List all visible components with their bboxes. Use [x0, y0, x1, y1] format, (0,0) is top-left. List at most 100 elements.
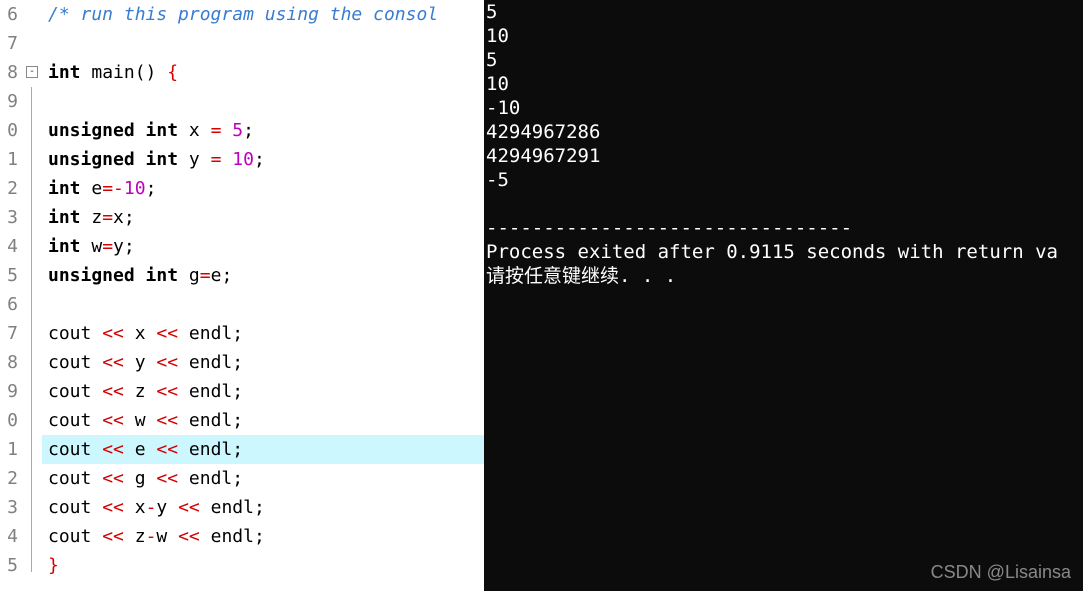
console-line: 5 — [486, 0, 1081, 24]
code-line[interactable]: cout << z << endl; — [42, 377, 484, 406]
console-output[interactable]: 510510-1042949672864294967291-5 --------… — [484, 0, 1083, 591]
code-line[interactable]: cout << x-y << endl; — [42, 493, 484, 522]
code-token: { — [167, 62, 178, 83]
code-token: main — [91, 62, 134, 83]
line-number: 9 — [0, 87, 18, 116]
code-token: } — [48, 555, 59, 576]
code-token: int — [48, 62, 81, 83]
console-line: -10 — [486, 96, 1081, 120]
code-token: int — [146, 149, 179, 170]
code-token: endl — [200, 497, 254, 518]
code-token: << — [102, 497, 124, 518]
code-token — [135, 149, 146, 170]
console-line — [486, 192, 1081, 216]
line-number: 9 — [0, 377, 18, 406]
line-number: 7 — [0, 319, 18, 348]
code-token: - — [146, 497, 157, 518]
code-token: ; — [124, 207, 135, 228]
code-token: w — [124, 410, 157, 431]
code-line[interactable]: cout << y << endl; — [42, 348, 484, 377]
code-token: () — [135, 62, 157, 83]
code-token: << — [102, 439, 124, 460]
code-token — [221, 149, 232, 170]
code-token: ; — [146, 178, 157, 199]
code-token: ; — [124, 236, 135, 257]
line-number: 6 — [0, 290, 18, 319]
code-token: = — [200, 265, 211, 286]
code-line[interactable]: cout << w << endl; — [42, 406, 484, 435]
code-line[interactable]: unsigned int y = 10; — [42, 145, 484, 174]
code-line[interactable]: int e=-10; — [42, 174, 484, 203]
code-line[interactable]: int w=y; — [42, 232, 484, 261]
code-token: endl — [178, 381, 232, 402]
line-number: 0 — [0, 116, 18, 145]
code-token — [135, 265, 146, 286]
code-line[interactable]: int main() { — [42, 58, 484, 87]
code-token: << — [156, 410, 178, 431]
code-token: endl — [178, 410, 232, 431]
code-line[interactable] — [42, 290, 484, 319]
code-token: cout — [48, 410, 102, 431]
code-token: ; — [254, 497, 265, 518]
code-token: - — [146, 526, 157, 547]
code-token: cout — [48, 352, 102, 373]
code-editor[interactable]: 67890123456789012345 - /* run this progr… — [0, 0, 484, 591]
line-number: 3 — [0, 493, 18, 522]
code-token: 10 — [232, 149, 254, 170]
code-token — [135, 120, 146, 141]
code-line[interactable] — [42, 29, 484, 58]
console-line: 5 — [486, 48, 1081, 72]
code-token: << — [178, 497, 200, 518]
code-token: y — [178, 149, 211, 170]
code-token: /* run this program using the consol — [48, 4, 438, 25]
code-token: << — [102, 526, 124, 547]
code-token: cout — [48, 468, 102, 489]
fold-guide — [31, 87, 32, 572]
code-token: int — [48, 178, 81, 199]
code-token: << — [156, 323, 178, 344]
code-token: << — [178, 526, 200, 547]
code-token: e — [211, 265, 222, 286]
code-line[interactable]: /* run this program using the consol — [42, 0, 484, 29]
code-token: ; — [232, 439, 243, 460]
code-token: ; — [232, 323, 243, 344]
code-token: x — [113, 207, 124, 228]
code-line[interactable]: cout << z-w << endl; — [42, 522, 484, 551]
code-token: = — [211, 120, 222, 141]
code-token: endl — [178, 323, 232, 344]
line-number: 2 — [0, 464, 18, 493]
code-line[interactable]: } — [42, 551, 484, 580]
code-token: x — [178, 120, 211, 141]
code-area[interactable]: /* run this program using the consol int … — [42, 0, 484, 591]
console-line: -------------------------------- — [486, 216, 1081, 240]
code-line[interactable]: unsigned int g=e; — [42, 261, 484, 290]
code-token: cout — [48, 323, 102, 344]
code-token: << — [156, 468, 178, 489]
code-token: ; — [232, 352, 243, 373]
console-line: 请按任意键继续. . . — [486, 264, 1081, 288]
code-token — [221, 120, 232, 141]
console-line: 10 — [486, 24, 1081, 48]
code-token: ; — [232, 468, 243, 489]
code-token: = — [102, 207, 113, 228]
console-line: Process exited after 0.9115 seconds with… — [486, 240, 1081, 264]
line-number: 7 — [0, 29, 18, 58]
code-token: ; — [254, 149, 265, 170]
code-line[interactable] — [42, 87, 484, 116]
code-token: endl — [200, 526, 254, 547]
code-line[interactable]: unsigned int x = 5; — [42, 116, 484, 145]
code-token — [156, 62, 167, 83]
code-token: << — [156, 381, 178, 402]
code-token: e — [81, 178, 103, 199]
console-line: 4294967286 — [486, 120, 1081, 144]
code-line[interactable]: cout << g << endl; — [42, 464, 484, 493]
line-number-gutter: 67890123456789012345 — [0, 0, 24, 591]
line-number: 5 — [0, 261, 18, 290]
code-line[interactable]: int z=x; — [42, 203, 484, 232]
console-line: -5 — [486, 168, 1081, 192]
fold-toggle-icon[interactable]: - — [26, 66, 38, 78]
code-token: w — [156, 526, 178, 547]
code-line[interactable]: cout << e << endl; — [42, 435, 484, 464]
line-number: 2 — [0, 174, 18, 203]
code-line[interactable]: cout << x << endl; — [42, 319, 484, 348]
